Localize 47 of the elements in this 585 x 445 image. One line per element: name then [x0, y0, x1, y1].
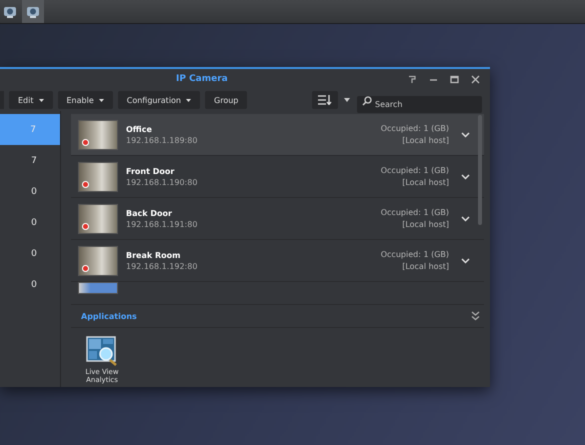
camera-address: 192.168.1.191:80	[126, 220, 198, 228]
search-field[interactable]: Search	[357, 96, 482, 112]
camera-address: 192.168.1.190:80	[126, 178, 198, 186]
toolbar-button[interactable]: Edit	[9, 91, 52, 109]
camera-row[interactable]: Back Door 192.168.1.191:80 Occupied: 1 (GB) [Local host]	[71, 198, 484, 240]
window-title: IP Camera	[176, 74, 228, 84]
camera-name: Break Room	[126, 250, 182, 260]
chevron-down-icon[interactable]	[461, 174, 470, 180]
sort-icon	[318, 95, 332, 105]
camera-host: [Local host]	[402, 136, 449, 145]
toolbar-button[interactable]: Enable	[58, 91, 113, 109]
camera-host: [Local host]	[402, 220, 449, 229]
camera-row[interactable]: Office 192.168.1.189:80 Occupied: 1 (GB) [Local host]	[71, 114, 484, 156]
storage-usage: Occupied: 1 (GB)	[380, 250, 449, 259]
applications-tab[interactable]: Applications	[81, 312, 137, 320]
chevron-down-icon[interactable]	[461, 132, 470, 138]
sidebar-item[interactable]: 7	[0, 145, 60, 176]
help-icon[interactable]	[408, 75, 417, 84]
toolbar-button[interactable]: Group	[205, 91, 248, 109]
camera-name: Office	[126, 124, 153, 134]
double-chevron-down-icon[interactable]	[471, 311, 480, 321]
camera-host: [Local host]	[402, 262, 449, 271]
camera-name: Back Door	[126, 208, 173, 218]
sidebar-item[interactable]: 0	[0, 269, 60, 300]
sidebar-item[interactable]: 0	[0, 207, 60, 238]
camera-name: Front Door	[126, 166, 176, 176]
storage-usage: Occupied: 1 (GB)	[380, 208, 449, 217]
taskbar-app-icon[interactable]	[22, 0, 44, 23]
camera-thumbnail	[78, 282, 118, 294]
scrollbar[interactable]	[478, 115, 482, 225]
camera-address: 192.168.1.189:80	[126, 136, 198, 144]
camera-address: 192.168.1.192:80	[126, 262, 198, 270]
camera-host: [Local host]	[402, 178, 449, 187]
sidebar-item[interactable]: 0	[0, 238, 60, 269]
chevron-down-icon[interactable]	[461, 258, 470, 264]
sidebar-item[interactable]: 0	[0, 176, 60, 207]
camera-row[interactable]: Break Room 192.168.1.192:80 Occupied: 1 (GB) [Local host]	[71, 240, 484, 282]
analytics-app-icon[interactable]	[86, 336, 118, 366]
chevron-down-icon[interactable]	[461, 216, 470, 222]
storage-usage: Occupied: 1 (GB)	[380, 124, 449, 133]
sort-button[interactable]	[312, 91, 338, 109]
storage-usage: Occupied: 1 (GB)	[380, 166, 449, 175]
caret-icon[interactable]	[344, 98, 350, 102]
toolbar-button[interactable]: Configuration	[118, 91, 200, 109]
camera-row[interactable]: Front Door 192.168.1.190:80 Occupied: 1 (GB) [Local host]	[71, 156, 484, 198]
close-icon[interactable]	[471, 75, 480, 84]
maximize-icon[interactable]	[450, 75, 459, 84]
